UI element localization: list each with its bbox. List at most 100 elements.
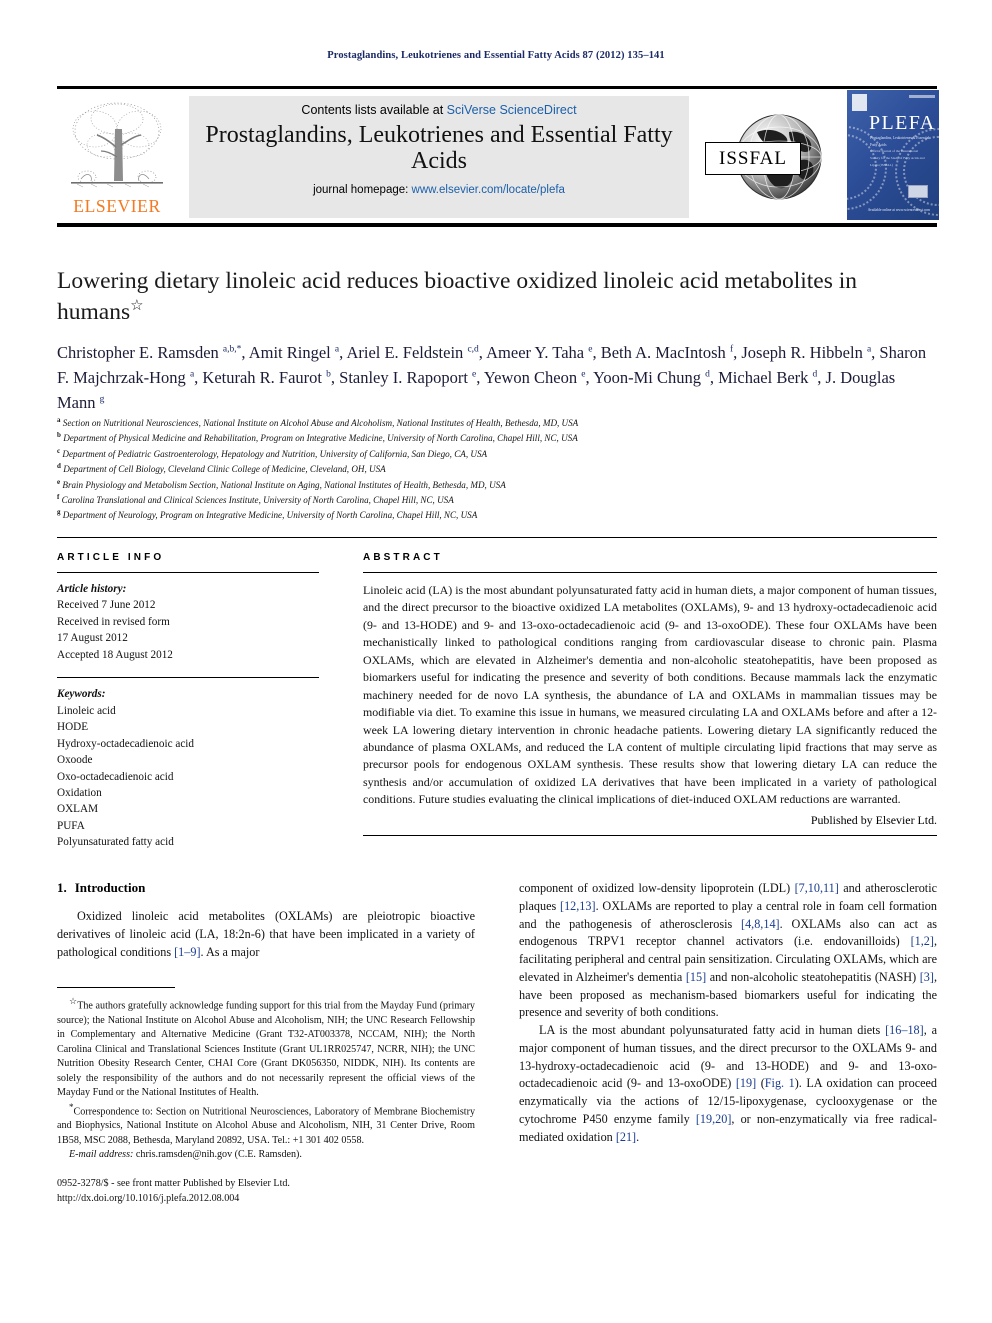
affiliation-text: Carolina Translational and Clinical Scie… xyxy=(61,494,454,505)
journal-homepage-line: journal homepage: www.elsevier.com/locat… xyxy=(189,184,689,196)
cover-top-rule xyxy=(909,95,935,98)
affiliation-text: Department of Physical Medicine and Reha… xyxy=(63,433,578,444)
keyword-item: Polyunsaturated fatty acid xyxy=(57,836,174,849)
page-title: Lowering dietary linoleic acid reduces b… xyxy=(57,266,937,327)
affiliation-item: c Department of Pediatric Gastroenterolo… xyxy=(57,446,937,461)
elsevier-wordmark: ELSEVIER xyxy=(73,196,161,216)
cover-badge-icon xyxy=(908,185,928,198)
title-footnote-star: ☆ xyxy=(130,297,144,314)
doi-line[interactable]: http://dx.doi.org/10.1016/j.plefa.2012.0… xyxy=(57,1191,475,1206)
affiliation-item: g Department of Neurology, Program on In… xyxy=(57,507,937,522)
masthead-top-rule xyxy=(57,86,937,89)
affiliation-mark: c xyxy=(57,446,61,455)
journal-title: Prostaglandins, Leukotrienes and Essenti… xyxy=(205,122,673,174)
affiliation-mark: b xyxy=(57,431,61,440)
body-column-left: 1. Introduction Oxidized linoleic acid me… xyxy=(57,880,475,1206)
abstract-publisher-line: Published by Elsevier Ltd. xyxy=(810,812,937,827)
history-item: Accepted 18 August 2012 xyxy=(57,648,173,661)
keywords-label: Keywords: xyxy=(57,688,106,701)
cover-tagline: Official Journal of the International So… xyxy=(870,149,925,168)
journal-article-page: Prostaglandins, Leukotrienes and Essenti… xyxy=(0,0,992,1323)
history-item: Received 7 June 2012 xyxy=(57,599,156,612)
cover-publisher-mark xyxy=(852,94,867,111)
correspondence-text: Correspondence to: Section on Nutritiona… xyxy=(57,1105,475,1146)
abstract-bottom-rule xyxy=(363,834,937,836)
keyword-item: Oxo-octadecadienoic acid xyxy=(57,770,174,783)
header-separator-rule xyxy=(57,537,937,538)
masthead-bottom-rule xyxy=(57,223,937,227)
email-label: E-mail address: xyxy=(69,1149,134,1161)
running-head: Prostaglandins, Leukotrienes and Essenti… xyxy=(327,50,665,61)
affiliation-text: Department of Pediatric Gastroenterology… xyxy=(62,448,488,459)
affiliation-item: a Section on Nutritional Neurosciences, … xyxy=(57,415,937,430)
keyword-item: OXLAM xyxy=(57,803,99,816)
homepage-prefix: journal homepage: xyxy=(313,183,412,196)
article-history-block: Article history: Received 7 June 2012 Re… xyxy=(57,581,319,663)
affiliation-mark: a xyxy=(57,416,61,424)
affiliation-mark: g xyxy=(57,508,61,517)
keyword-item: Hydroxy-octadecadienoic acid xyxy=(57,737,194,750)
section-number: 1. xyxy=(57,880,67,895)
affiliation-text: Department of Neurology, Program on Inte… xyxy=(62,510,478,521)
funding-footnote-text: The authors gratefully acknowledge fundi… xyxy=(57,1000,475,1099)
keyword-item: HODE xyxy=(57,721,89,734)
cover-footer: Available online at www.sciencedirect.co… xyxy=(867,208,930,212)
abstract-section: ABSTRACT Linoleic acid (LA) is the most … xyxy=(363,552,937,836)
article-history-label: Article history: xyxy=(57,583,127,595)
keyword-item: PUFA xyxy=(57,819,85,832)
intro-paragraph-left: Oxidized linoleic acid metabolites (OXLA… xyxy=(57,909,475,959)
affiliation-item: d Department of Cell Biology, Cleveland … xyxy=(57,461,937,476)
funding-footnote-mark: ☆ xyxy=(69,996,78,1007)
history-item: Received in revised form xyxy=(57,615,170,628)
email-value[interactable]: chris.ramsden@nih.gov (C.E. Ramsden). xyxy=(136,1149,302,1160)
funding-footnote: ☆The authors gratefully acknowledge fund… xyxy=(57,995,475,1100)
elsevier-logo: ELSEVIER xyxy=(61,95,173,219)
elsevier-tree-icon xyxy=(71,102,163,188)
journal-homepage-link[interactable]: www.elsevier.com/locate/plefa xyxy=(412,184,565,196)
affiliation-list: a Section on Nutritional Neurosciences, … xyxy=(57,415,937,523)
article-info-label: ARTICLE INFO xyxy=(57,552,165,563)
cover-subtitle: Prostaglandins, Leukotrienes & Essential… xyxy=(870,136,930,147)
keyword-item: Oxidation xyxy=(57,786,102,799)
keyword-item: Linoleic acid xyxy=(57,704,116,717)
issn-line: 0952-3278/$ - see front matter Published… xyxy=(57,1177,290,1189)
affiliation-item: b Department of Physical Medicine and Re… xyxy=(57,430,937,445)
history-item: 17 August 2012 xyxy=(57,632,128,645)
issfal-wordmark: ISSFAL xyxy=(705,142,801,175)
issn-doi-block: 0952-3278/$ - see front matter Published… xyxy=(57,1176,475,1206)
journal-cover-image: PLEFA Prostaglandins, Leukotrienes & Ess… xyxy=(847,90,939,220)
article-info-section: ARTICLE INFO Article history: Received 7… xyxy=(57,552,319,851)
abstract-label: ABSTRACT xyxy=(363,552,443,563)
author-list: Christopher E. Ramsden a,b,*, Amit Ringe… xyxy=(57,343,927,413)
contents-available-line: Contents lists available at SciVerse Sci… xyxy=(189,103,689,117)
contents-prefix: Contents lists available at xyxy=(301,103,447,117)
affiliation-text: Department of Cell Biology, Cleveland Cl… xyxy=(63,464,386,475)
intro-paragraph-right-1: component of oxidized low-density lipopr… xyxy=(519,881,937,1020)
section-title: Introduction xyxy=(74,880,146,895)
affiliation-mark: f xyxy=(57,492,60,501)
body-column-right: component of oxidized low-density lipopr… xyxy=(519,880,937,1146)
affiliation-text: Section on Nutritional Neurosciences, Na… xyxy=(62,418,579,429)
title-block: Lowering dietary linoleic acid reduces b… xyxy=(57,266,937,327)
affiliation-mark: d xyxy=(57,462,61,471)
title-text: Lowering dietary linoleic acid reduces b… xyxy=(57,268,858,325)
cover-title: PLEFA xyxy=(869,112,936,134)
keywords-block: Keywords: Linoleic acid HODE Hydroxy-oct… xyxy=(57,686,319,851)
affiliation-text: Brain Physiology and Metabolism Section,… xyxy=(62,479,506,490)
journal-title-band: Contents lists available at SciVerse Sci… xyxy=(189,96,689,218)
intro-paragraph-right-2: LA is the most abundant polyunsaturated … xyxy=(519,1023,938,1144)
affiliation-item: e Brain Physiology and Metabolism Sectio… xyxy=(57,477,937,492)
affiliation-mark: e xyxy=(57,477,61,486)
issfal-logo: ISSFAL xyxy=(705,102,837,212)
abstract-text: Linoleic acid (LA) is the most abundant … xyxy=(363,583,937,807)
journal-masthead: ELSEVIER Contents lists available at Sci… xyxy=(57,86,939,227)
email-footnote: E-mail address: chris.ramsden@nih.gov (C… xyxy=(57,1148,475,1162)
keywords-rule xyxy=(57,677,319,679)
section-heading-introduction: 1. Introduction xyxy=(57,880,475,896)
article-info-rule xyxy=(57,572,319,573)
sciencedirect-link[interactable]: SciVerse ScienceDirect xyxy=(447,103,577,117)
footnote-separator-rule xyxy=(57,987,175,989)
correspondence-footnote: *Correspondence to: Section on Nutrition… xyxy=(57,1101,475,1149)
affiliation-item: f Carolina Translational and Clinical Sc… xyxy=(57,492,937,507)
keyword-item: Oxoode xyxy=(57,754,93,767)
